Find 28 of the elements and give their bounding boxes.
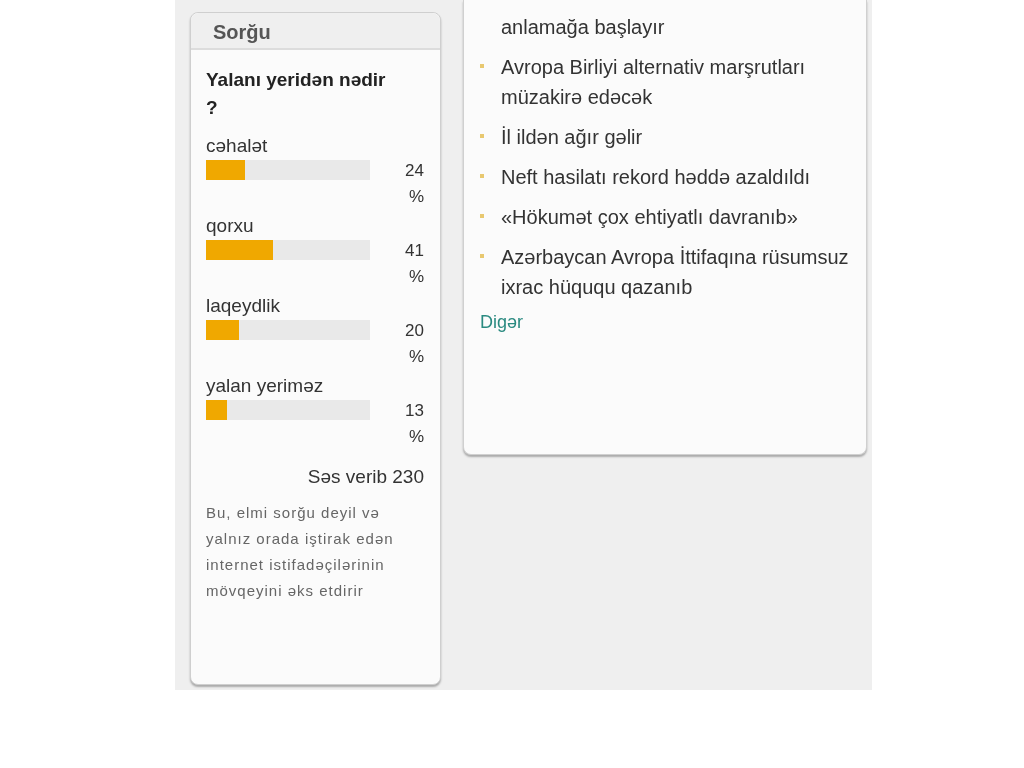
bullet-icon xyxy=(480,64,484,68)
percent-value: 20 xyxy=(405,320,424,342)
poll-title: Sorğu xyxy=(213,21,271,43)
bullet-icon xyxy=(480,214,484,218)
option-label: qorxu xyxy=(206,214,255,238)
percent-value: 24 xyxy=(405,160,424,182)
percent-sign: % xyxy=(408,346,424,368)
disclaimer-text: Bu, elmi sorğu deyil və yalnız orada iştirak edən internet istifadəçilərinin mövqeyini əks etdirir xyxy=(206,503,395,601)
news-link[interactable]: İl ildən ağır gəlir xyxy=(501,122,643,152)
percent-sign: % xyxy=(408,186,424,208)
percent-value: 13 xyxy=(405,400,424,422)
bullet-icon xyxy=(480,254,484,258)
news-link[interactable]: Avropa Birliyi alternativ marşrutları müzakirə edəcək xyxy=(501,52,850,112)
news-link[interactable]: anlamağa başlayır xyxy=(501,12,665,42)
percent-sign: % xyxy=(408,266,424,288)
vote-count: Səs verib 230 xyxy=(306,466,424,488)
news-link[interactable]: «Hökumət çox ehtiyatlı davranıb» xyxy=(501,202,798,232)
more-link[interactable]: Digər xyxy=(480,312,523,332)
poll-question: Yalanı yeridən nədir ? xyxy=(206,68,386,120)
news-link[interactable]: Azərbaycan Avropa İttifaqına rüsumsuz ixrac hüququ qazanıb xyxy=(501,242,850,302)
bullet-icon xyxy=(480,174,484,178)
option-label: cəhalət xyxy=(206,134,269,158)
percent-value: 41 xyxy=(405,240,424,262)
option-label: yalan yeriməz xyxy=(206,374,325,398)
bullet-icon xyxy=(480,134,484,138)
news-link[interactable]: Neft hasilatı rekord həddə azaldıldı xyxy=(501,162,811,192)
option-label: laqeydlik xyxy=(206,294,281,318)
percent-sign: % xyxy=(408,426,424,448)
